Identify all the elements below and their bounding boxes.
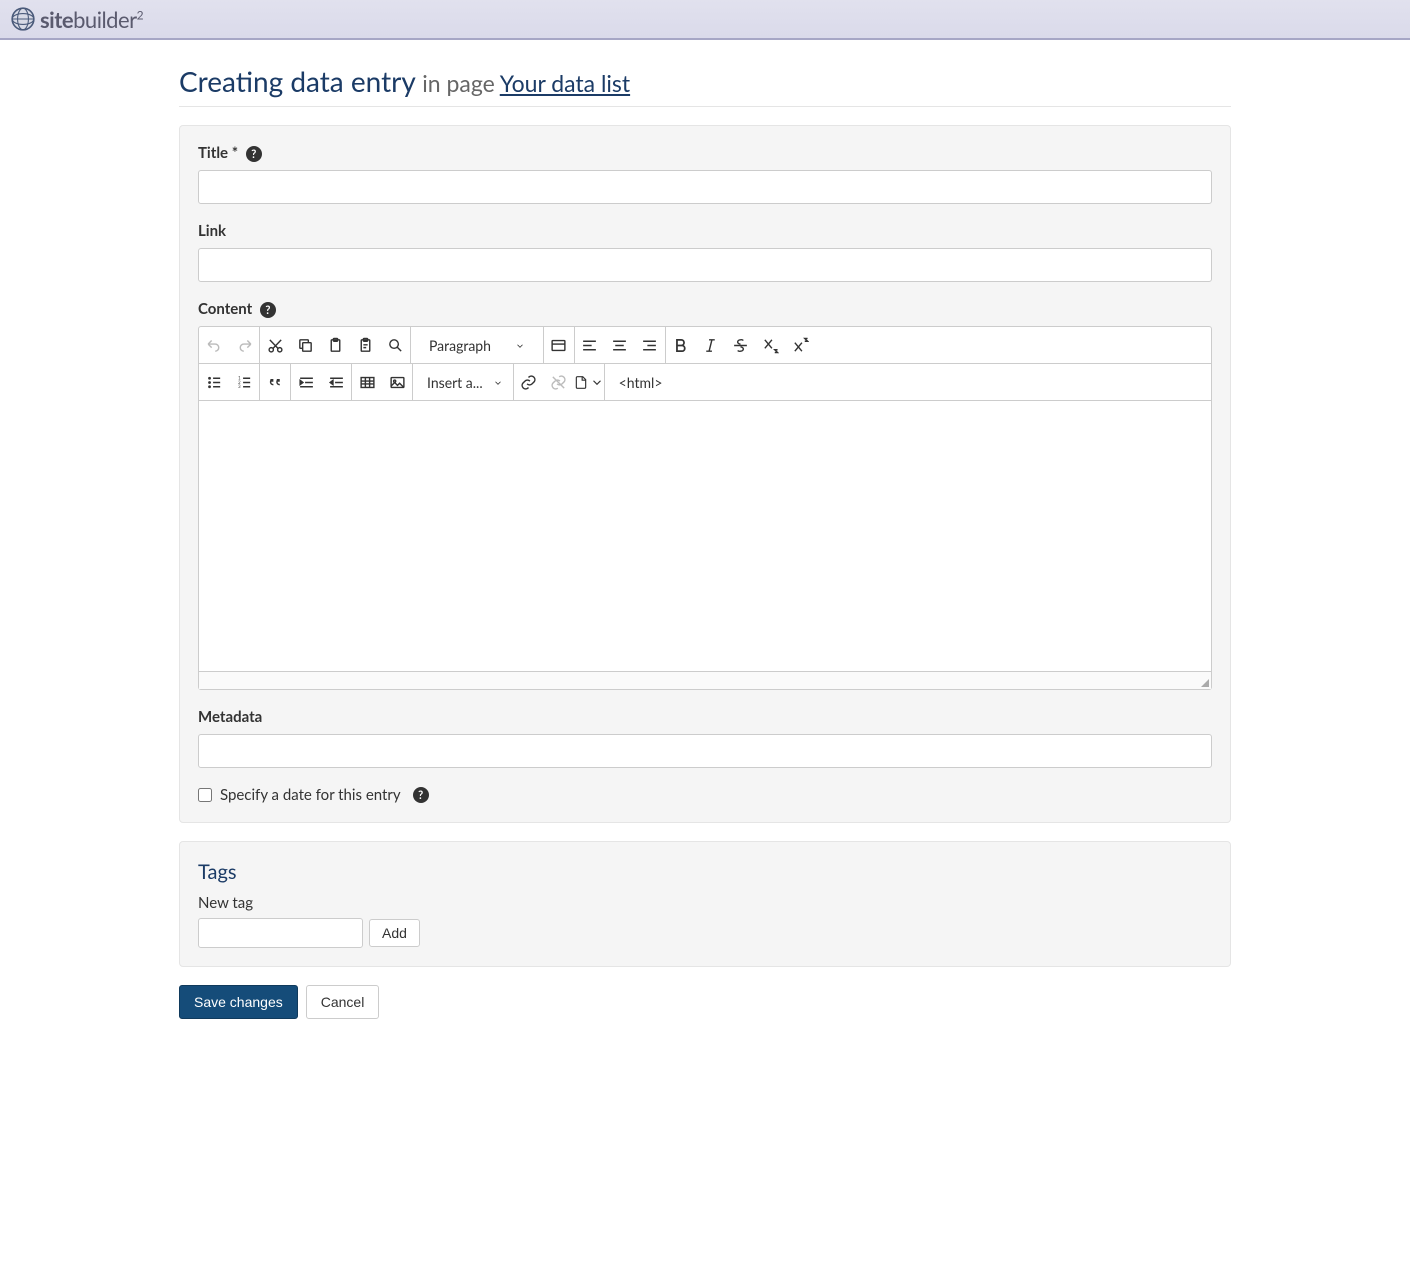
metadata-label: Metadata <box>198 708 1212 726</box>
redo-icon <box>236 337 253 354</box>
align-right-icon <box>641 337 658 354</box>
cut-button[interactable] <box>260 327 290 363</box>
copy-button[interactable] <box>290 327 320 363</box>
align-center-button[interactable] <box>605 327 635 363</box>
svg-text:3: 3 <box>238 384 241 389</box>
html-source-button[interactable]: <html> <box>605 374 677 391</box>
unlink-icon <box>550 374 567 391</box>
paste-text-button[interactable] <box>350 327 380 363</box>
redo-button[interactable] <box>229 327 259 363</box>
rich-text-editor: Paragraph <box>198 326 1212 690</box>
chevron-down-icon <box>590 374 604 391</box>
chevron-down-icon <box>493 378 503 388</box>
editor-footer <box>199 671 1211 689</box>
subscript-button[interactable] <box>756 327 786 363</box>
layout-icon <box>550 337 567 354</box>
align-left-icon <box>581 337 598 354</box>
indent-button[interactable] <box>291 364 321 400</box>
link-label: Link <box>198 222 1212 240</box>
specify-date-label: Specify a date for this entry <box>220 786 401 804</box>
align-center-icon <box>611 337 628 354</box>
undo-button[interactable] <box>199 327 229 363</box>
align-right-button[interactable] <box>635 327 665 363</box>
outdent-button[interactable] <box>321 364 351 400</box>
blockquote-button[interactable] <box>260 364 290 400</box>
insert-select[interactable]: Insert a... <box>413 364 513 400</box>
align-left-button[interactable] <box>575 327 605 363</box>
file-button[interactable] <box>574 364 604 400</box>
bullet-list-icon <box>206 374 223 391</box>
help-icon[interactable]: ? <box>260 302 276 318</box>
scissors-icon <box>267 337 284 354</box>
main-panel: Title * ? Link Content ? <box>179 125 1231 823</box>
superscript-button[interactable] <box>786 327 816 363</box>
paste-button[interactable] <box>320 327 350 363</box>
table-button[interactable] <box>352 364 382 400</box>
toolbar-row-2: 123 Insert a... <box>199 364 1211 401</box>
chevron-down-icon <box>515 341 525 351</box>
link-icon <box>520 374 537 391</box>
logo[interactable]: sitebuilder2 <box>10 6 143 33</box>
layout-button[interactable] <box>544 327 574 363</box>
clipboard-text-icon <box>357 337 374 354</box>
specify-date-checkbox[interactable] <box>198 788 212 802</box>
cancel-button[interactable]: Cancel <box>306 985 380 1019</box>
numbered-list-button[interactable]: 123 <box>229 364 259 400</box>
toolbar-row-1: Paragraph <box>199 327 1211 364</box>
link-button[interactable] <box>514 364 544 400</box>
title-label: Title * ? <box>198 144 1212 162</box>
tags-title: Tags <box>198 860 1212 884</box>
table-icon <box>359 374 376 391</box>
bold-button[interactable] <box>666 327 696 363</box>
image-button[interactable] <box>382 364 412 400</box>
new-tag-label: New tag <box>198 894 1212 912</box>
save-button[interactable]: Save changes <box>179 985 298 1019</box>
file-icon <box>574 374 588 391</box>
title-input[interactable] <box>198 170 1212 204</box>
bullet-list-button[interactable] <box>199 364 229 400</box>
unlink-button[interactable] <box>544 364 574 400</box>
page-link[interactable]: Your data list <box>500 69 630 97</box>
subscript-icon <box>762 337 779 354</box>
add-tag-button[interactable]: Add <box>369 919 420 947</box>
metadata-input[interactable] <box>198 734 1212 768</box>
image-icon <box>389 374 406 391</box>
help-icon[interactable]: ? <box>246 146 262 162</box>
copy-icon <box>297 337 314 354</box>
content-label: Content ? <box>198 300 1212 318</box>
find-button[interactable] <box>380 327 410 363</box>
strikethrough-icon <box>732 337 749 354</box>
paragraph-select[interactable]: Paragraph <box>411 327 543 363</box>
page-title: Creating data entry in page Your data li… <box>179 64 1231 107</box>
italic-icon <box>702 337 719 354</box>
outdent-icon <box>328 374 345 391</box>
quote-icon <box>267 374 284 391</box>
new-tag-input[interactable] <box>198 918 363 948</box>
bold-icon <box>672 337 689 354</box>
undo-icon <box>206 337 223 354</box>
numbered-list-icon: 123 <box>236 374 253 391</box>
resize-handle[interactable] <box>1199 677 1209 687</box>
content-editor-area[interactable] <box>199 401 1211 671</box>
globe-icon <box>10 6 36 32</box>
clipboard-icon <box>327 337 344 354</box>
topbar: sitebuilder2 <box>0 0 1410 40</box>
search-icon <box>387 337 404 354</box>
indent-icon <box>298 374 315 391</box>
superscript-icon <box>792 337 809 354</box>
help-icon[interactable]: ? <box>413 787 429 803</box>
tags-panel: Tags New tag Add <box>179 841 1231 967</box>
italic-button[interactable] <box>696 327 726 363</box>
logo-text: sitebuilder2 <box>40 6 143 33</box>
strikethrough-button[interactable] <box>726 327 756 363</box>
link-input[interactable] <box>198 248 1212 282</box>
